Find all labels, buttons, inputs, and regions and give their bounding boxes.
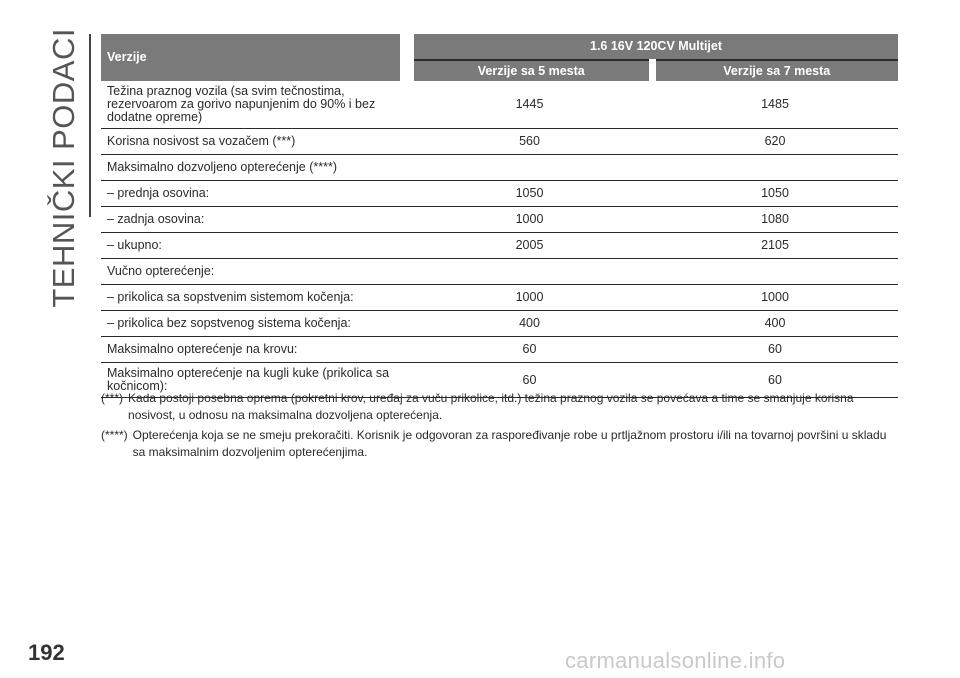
value-5-seats: 60 (407, 336, 652, 363)
value-7-seats: 620 (652, 128, 899, 155)
value-5-seats: 400 (407, 310, 652, 337)
weights-table: Verzije 1.6 16V 120CV Multijet Verzije s… (101, 34, 899, 398)
value-7-seats (652, 258, 899, 285)
table-row: – ukupno: 2005 2105 (101, 232, 899, 259)
row-label: Korisna nosivost sa vozačem (***) (101, 128, 407, 155)
row-label: Vučno opterećenje: (101, 258, 407, 285)
header-engine: 1.6 16V 120CV Multijet (407, 34, 899, 61)
value-7-seats: 60 (652, 336, 899, 363)
value-7-seats: 1485 (652, 81, 899, 129)
table-row: Vučno opterećenje: (101, 258, 899, 285)
watermark: carmanualsonline.info (565, 648, 786, 673)
table-row: – prikolica sa sopstvenim sistemom kočen… (101, 284, 899, 311)
row-label: – ukupno: (101, 232, 407, 259)
header-5-seats: Verzije sa 5 mesta (407, 60, 656, 81)
row-label: Maksimalno opterećenje na krovu: (101, 336, 407, 363)
row-label: – prednja osovina: (101, 180, 407, 207)
value-7-seats: 1000 (652, 284, 899, 311)
row-label: Težina praznog vozila (sa svim tečnostim… (101, 81, 407, 129)
footnote: (***) Kada postoji posebna oprema (pokret… (101, 390, 901, 424)
value-7-seats: 1080 (652, 206, 899, 233)
value-7-seats: 400 (652, 310, 899, 337)
footnote-text: Opterećenja koja se ne smeju prekoračiti… (132, 428, 887, 459)
value-5-seats: 560 (407, 128, 652, 155)
value-5-seats: 1445 (407, 81, 652, 129)
row-label: – prikolica sa sopstvenim sistemom kočen… (101, 284, 407, 311)
value-5-seats: 1050 (407, 180, 652, 207)
footnote: (****) Opterećenja koja se ne smeju preko… (101, 427, 901, 461)
row-label: – prikolica bez sopstvenog sistema kočen… (101, 310, 407, 337)
value-5-seats: 1000 (407, 284, 652, 311)
value-5-seats (407, 154, 652, 181)
footnotes: (***) Kada postoji posebna oprema (pokret… (101, 390, 901, 464)
page-number: 192 (28, 640, 65, 665)
table-row: – zadnja osovina: 1000 1080 (101, 206, 899, 233)
section-title-text: TEHNIČKI PODACI (46, 28, 81, 308)
table-body: Težina praznog vozila (sa svim tečnostim… (101, 81, 899, 398)
value-5-seats: 1000 (407, 206, 652, 233)
row-label: Maksimalno dozvoljeno opterećenje (****) (101, 154, 407, 181)
table-row: – prikolica bez sopstvenog sistema kočen… (101, 310, 899, 337)
value-5-seats: 2005 (407, 232, 652, 259)
value-7-seats (652, 154, 899, 181)
footnote-marker: (****) (101, 428, 128, 442)
footnote-marker: (***) (101, 391, 124, 405)
value-5-seats (407, 258, 652, 285)
table-row: Maksimalno opterećenje na krovu: 60 60 (101, 336, 899, 363)
section-divider (89, 34, 91, 217)
row-label: – zadnja osovina: (101, 206, 407, 233)
table-row: Težina praznog vozila (sa svim tečnostim… (101, 81, 899, 129)
table-row: Korisna nosivost sa vozačem (***) 560 620 (101, 128, 899, 155)
footnote-text: Kada postoji posebna oprema (pokretni kr… (128, 391, 854, 422)
table-row: – prednja osovina: 1050 1050 (101, 180, 899, 207)
section-title: TEHNIČKI PODACI (44, 28, 84, 308)
value-7-seats: 2105 (652, 232, 899, 259)
header-7-seats: Verzije sa 7 mesta (648, 60, 899, 81)
header-versions: Verzije (101, 34, 414, 81)
table-row: Maksimalno dozvoljeno opterećenje (****) (101, 154, 899, 181)
value-7-seats: 1050 (652, 180, 899, 207)
